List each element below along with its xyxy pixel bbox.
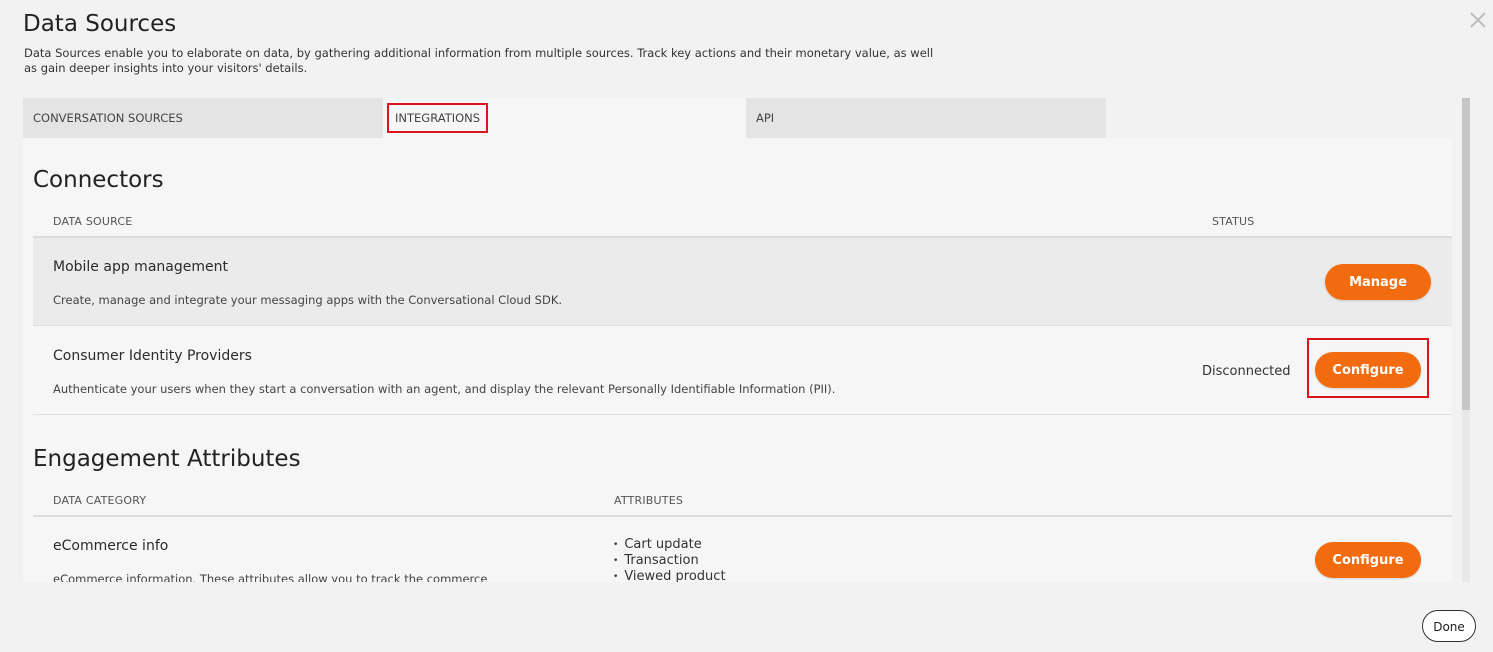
column-header-data-category: DATA CATEGORY [53,494,147,507]
dialog-title: Data Sources [23,11,177,37]
tab-label: API [756,111,775,125]
tab-conversation-sources[interactable]: CONVERSATION SOURCES [23,98,383,138]
attribute-item: Viewed product [613,569,725,582]
done-button[interactable]: Done [1422,610,1476,642]
connectors-title: Connectors [33,167,164,193]
status-text: Disconnected [1202,364,1291,379]
tab-label: INTEGRATIONS [387,103,489,133]
tab-label: CONVERSATION SOURCES [33,111,183,125]
attribute-item: Cart update [613,537,726,553]
tab-integrations[interactable]: INTEGRATIONS [383,98,746,138]
connector-row-identity-providers: Consumer Identity Providers Authenticate… [33,327,1452,415]
category-name: eCommerce info [53,538,169,554]
category-description: eCommerce information. These attributes … [53,572,488,582]
engagement-attributes-title: Engagement Attributes [33,446,301,472]
connector-description: Authenticate your users when they start … [53,382,836,396]
column-header-status: STATUS [1212,215,1255,228]
engagement-row-ecommerce: eCommerce info eCommerce information. Th… [33,517,1452,582]
connector-row-mobile-app: Mobile app management Create, manage and… [33,238,1452,326]
configure-button[interactable]: Configure [1315,352,1421,388]
attribute-list: Cart update Transaction Viewed product [613,537,726,582]
scrollbar[interactable] [1462,98,1470,582]
scrollbar-thumb[interactable] [1462,98,1470,410]
column-header-data-source: DATA SOURCE [53,215,133,228]
configure-button[interactable]: Configure [1315,542,1421,578]
tab-bar: CONVERSATION SOURCES INTEGRATIONS API [23,98,1460,138]
attribute-item: Transaction [613,553,726,569]
tab-bar-filler [1106,98,1460,138]
column-header-attributes: ATTRIBUTES [614,494,684,507]
data-sources-panel: CONVERSATION SOURCES INTEGRATIONS API Co… [23,98,1460,582]
close-icon[interactable] [1468,10,1488,30]
connector-description: Create, manage and integrate your messag… [53,293,563,307]
dialog-description: Data Sources enable you to elaborate on … [24,46,934,75]
connector-name: Mobile app management [53,259,228,275]
tab-api[interactable]: API [746,98,1106,138]
manage-button[interactable]: Manage [1325,264,1431,300]
integrations-content: Connectors DATA SOURCE STATUS Mobile app… [23,138,1452,582]
connector-name: Consumer Identity Providers [53,348,252,364]
